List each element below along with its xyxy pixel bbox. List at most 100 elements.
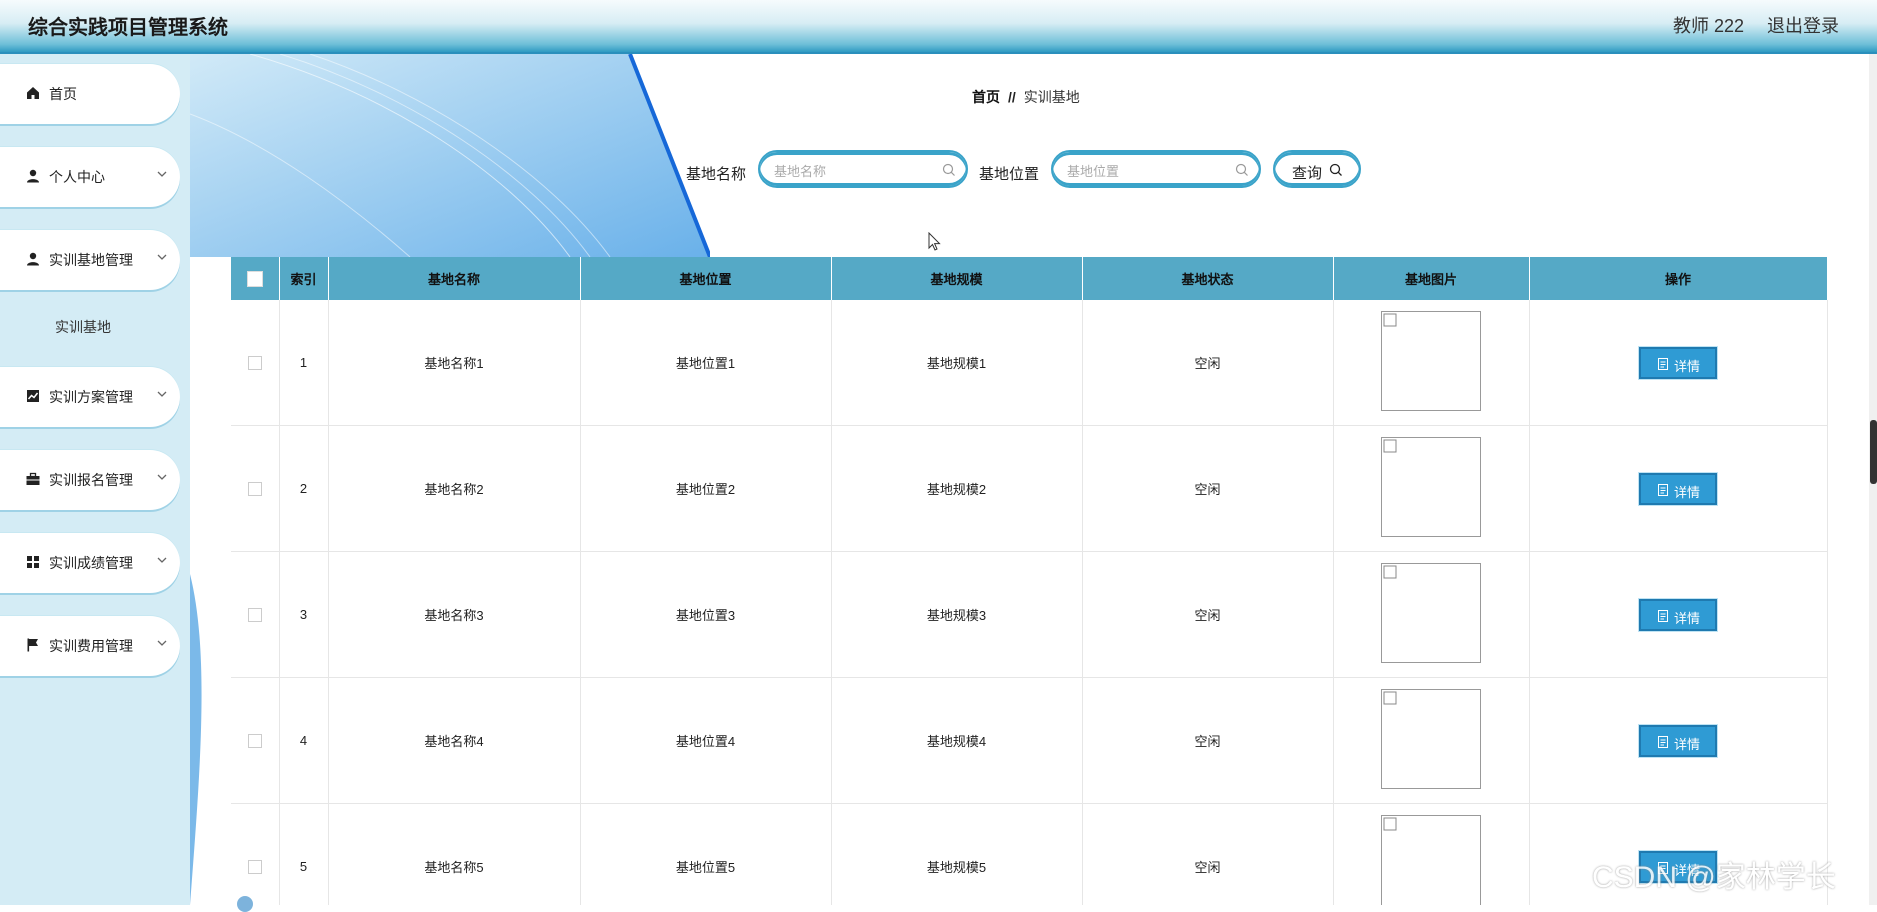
breadcrumb-home[interactable]: 首页 [972,89,1000,105]
base-location-field[interactable] [1051,150,1261,188]
chevron-down-icon [157,640,167,646]
chevron-down-icon [157,474,167,480]
status-cell: 空闲 [1082,425,1334,552]
sidebar-item-label: 实训成绩管理 [49,555,133,571]
scale-cell: 基地规模4 [831,677,1083,804]
user-icon [27,252,39,266]
detail-button[interactable]: 详情 [1638,345,1718,380]
mouse-cursor-icon [928,232,941,251]
base-image [1381,563,1481,663]
row-checkbox[interactable] [247,860,262,875]
grid-icon [27,556,39,568]
app-title: 综合实践项目管理系统 [28,17,228,39]
chevron-down-icon [157,391,167,397]
select-all-cell[interactable] [231,257,280,300]
index-cell: 3 [279,551,329,678]
column-header: 基地规模 [831,257,1083,300]
sidebar-item-base-management[interactable]: 实训基地管理 [0,230,180,290]
column-header: 基地位置 [580,257,832,300]
base-table: 索引 基地名称 基地位置 基地规模 基地状态 基地图片 操作 1 基地名称1 基… [231,257,1828,905]
name-cell: 基地名称2 [328,425,581,552]
search-icon [1235,163,1248,176]
detail-button[interactable]: 详情 [1638,597,1718,632]
sidebar-item-home[interactable]: 首页 [0,64,180,124]
document-icon [1658,357,1668,370]
watermark: CSDN @家林学长 [1592,861,1836,894]
home-icon [27,87,39,99]
sidebar-item-personal-center[interactable]: 个人中心 [0,147,180,207]
sidebar-item-label: 首页 [49,86,77,102]
user-label: 教师 222 [1672,16,1744,36]
table-header-row: 索引 基地名称 基地位置 基地规模 基地状态 基地图片 操作 [231,257,1828,300]
column-header: 基地图片 [1333,257,1530,300]
sidebar-item-label: 实训方案管理 [49,389,133,405]
scale-cell: 基地规模1 [831,300,1083,426]
status-cell: 空闲 [1082,551,1334,678]
sidebar-item-label: 实训基地管理 [49,252,133,268]
chart-icon [27,390,39,402]
document-icon [1658,483,1668,496]
name-cell: 基地名称3 [328,551,581,678]
column-header: 操作 [1529,257,1828,300]
broken-image-icon [1383,691,1397,705]
base-name-input[interactable] [772,160,936,182]
submenu-item-base[interactable]: 实训基地 [55,317,111,337]
base-name-field[interactable] [758,150,968,188]
search-icon [942,163,955,176]
sidebar-item-plan-management[interactable]: 实训方案管理 [0,367,180,427]
column-header: 基地名称 [328,257,581,300]
detail-button-label: 详情 [1674,484,1701,500]
name-cell: 基地名称4 [328,677,581,804]
index-cell: 1 [279,300,329,426]
broken-image-icon [1383,817,1397,831]
status-cell: 空闲 [1082,677,1334,804]
briefcase-icon [26,472,40,485]
chevron-down-icon [157,557,167,563]
table-row: 1 基地名称1 基地位置1 基地规模1 空闲 详情 [231,300,1828,426]
detail-button[interactable]: 详情 [1638,723,1718,758]
scrollbar-thumb[interactable] [1870,420,1877,484]
scale-cell: 基地规模3 [831,551,1083,678]
sidebar-item-score-management[interactable]: 实训成绩管理 [0,533,180,593]
location-cell: 基地位置1 [580,300,832,426]
name-cell: 基地名称1 [328,300,581,426]
row-checkbox[interactable] [247,482,262,497]
query-button-label: 查询 [1292,165,1323,182]
base-location-label: 基地位置 [979,166,1040,183]
select-all-checkbox[interactable] [246,270,263,287]
logout-link[interactable]: 退出登录 [1767,12,1839,38]
sidebar: 首页 个人中心 实训基地管理 实训基地 实训方案管理 实训报名管理 实训成绩管理… [0,54,190,905]
user-icon [27,169,39,183]
detail-button-label: 详情 [1674,736,1701,752]
row-checkbox[interactable] [247,356,262,371]
back-to-top-dot[interactable] [237,896,253,912]
index-cell: 4 [279,677,329,804]
table-row: 2 基地名称2 基地位置2 基地规模2 空闲 详情 [231,425,1828,552]
broken-image-icon [1383,439,1397,453]
location-cell: 基地位置4 [580,677,832,804]
base-location-input[interactable] [1065,160,1229,182]
broken-image-icon [1383,313,1397,327]
sidebar-item-label: 个人中心 [49,169,105,185]
table-row: 5 基地名称5 基地位置5 基地规模5 空闲 详情 [231,803,1828,905]
detail-button[interactable]: 详情 [1638,471,1718,506]
base-image [1381,311,1481,411]
base-image [1381,815,1481,905]
flag-icon [27,638,38,652]
sidebar-item-signup-management[interactable]: 实训报名管理 [0,450,180,510]
row-checkbox[interactable] [247,734,262,749]
top-header: 综合实践项目管理系统 教师 222 退出登录 [0,0,1877,54]
table-row: 4 基地名称4 基地位置4 基地规模4 空闲 详情 [231,677,1828,804]
scale-cell: 基地规模5 [831,803,1083,905]
chevron-down-icon [157,254,167,260]
query-button[interactable]: 查询 [1273,150,1361,188]
column-header: 基地状态 [1082,257,1334,300]
index-cell: 2 [279,425,329,552]
base-image [1381,437,1481,537]
chevron-down-icon [157,171,167,177]
column-header: 索引 [279,257,329,300]
location-cell: 基地位置5 [580,803,832,905]
sidebar-item-fee-management[interactable]: 实训费用管理 [0,616,180,676]
row-checkbox[interactable] [247,608,262,623]
detail-button-label: 详情 [1674,610,1701,626]
